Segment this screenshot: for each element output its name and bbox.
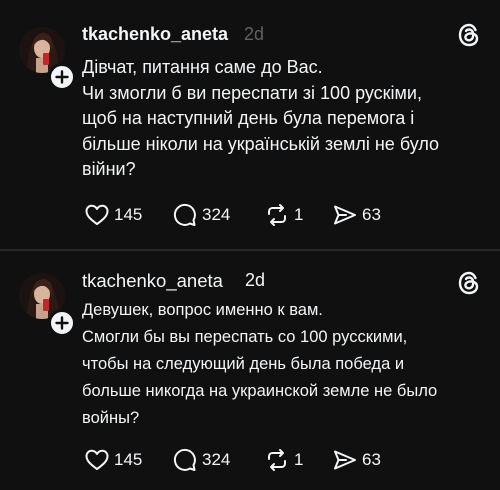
follow-plus-icon[interactable]	[48, 309, 76, 337]
reply-count: 324	[202, 205, 231, 224]
repost-count: 1	[294, 450, 304, 469]
reply-button[interactable]: 324	[172, 447, 230, 473]
like-count: 145	[114, 450, 143, 469]
post-text-line: щоб на наступний день була перемога і	[82, 108, 415, 128]
post-text-line: Дівчат, питання саме до Вас.	[82, 57, 323, 77]
repost-icon	[268, 449, 286, 471]
heart-icon	[85, 204, 109, 225]
share-icon	[334, 205, 356, 225]
post-text-line: войны?	[82, 409, 140, 427]
username[interactable]: tkachenko_aneta	[82, 270, 223, 292]
share-button[interactable]: 63	[332, 447, 381, 473]
comment-icon	[173, 203, 196, 226]
heart-icon	[85, 449, 109, 470]
repost-button[interactable]: 1	[264, 447, 303, 473]
post-time: 2d	[244, 24, 265, 44]
post-time: 2d	[245, 270, 266, 290]
like-button[interactable]: 145	[84, 202, 142, 228]
post-text-line: більше ніколи на українській землі не бу…	[82, 133, 440, 154]
reply-button[interactable]: 324	[172, 202, 230, 228]
repost-count: 1	[294, 205, 304, 224]
share-count: 63	[362, 205, 381, 224]
like-button[interactable]: 145	[84, 447, 142, 473]
post-card: tkachenko_aneta 2d Дівчат, питання саме …	[0, 0, 500, 249]
repost-icon	[268, 204, 286, 226]
comment-icon	[173, 448, 196, 471]
username[interactable]: tkachenko_aneta	[82, 24, 228, 45]
post-text: Девушек, вопрос именно к вам. Смогли бы …	[82, 297, 437, 432]
post-text: Дівчат, питання саме до Вас. Чи змогли б…	[82, 55, 439, 183]
post-text-line: війни?	[82, 159, 136, 179]
post-text-line: чтобы на следующий день была победа и	[82, 355, 405, 373]
share-button[interactable]: 63	[332, 202, 381, 228]
post-text-line: Чи змогли б ви переспати зі 100 рускіми,	[82, 82, 422, 103]
post-actions: 145 324 1 63	[84, 202, 404, 228]
post-text-line: Девушек, вопрос именно к вам.	[82, 301, 323, 319]
threads-logo-icon[interactable]	[456, 270, 482, 296]
threads-logo-icon[interactable]	[456, 22, 482, 48]
follow-plus-icon[interactable]	[48, 63, 76, 91]
post-card: tkachenko_aneta 2d Девушек, вопрос именн…	[0, 251, 500, 490]
share-icon	[334, 450, 356, 470]
post-text-line: больше никогда на украинской земле не бы…	[82, 382, 438, 400]
reply-count: 324	[202, 450, 231, 469]
repost-button[interactable]: 1	[264, 202, 303, 228]
post-text-line: Смогли бы вы переспать со 100 русскими,	[82, 328, 408, 346]
share-count: 63	[362, 450, 381, 469]
like-count: 145	[114, 205, 143, 224]
post-actions: 145 324 1 63	[84, 447, 404, 473]
